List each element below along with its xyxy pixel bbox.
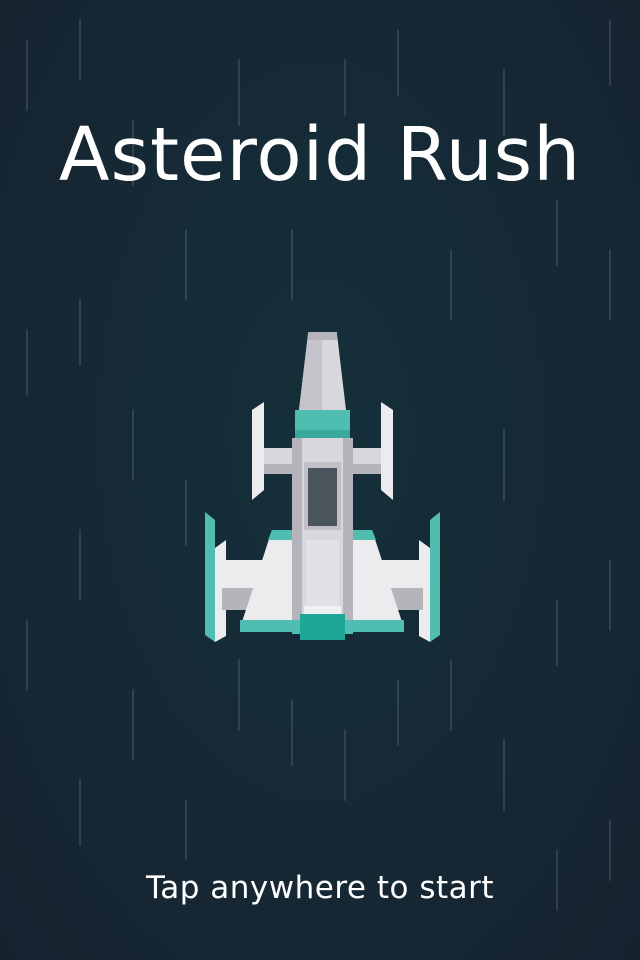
spaceship-icon [205, 332, 440, 642]
game-title: Asteroid Rush [58, 112, 582, 198]
start-prompt[interactable]: Tap anywhere to start [0, 870, 640, 906]
